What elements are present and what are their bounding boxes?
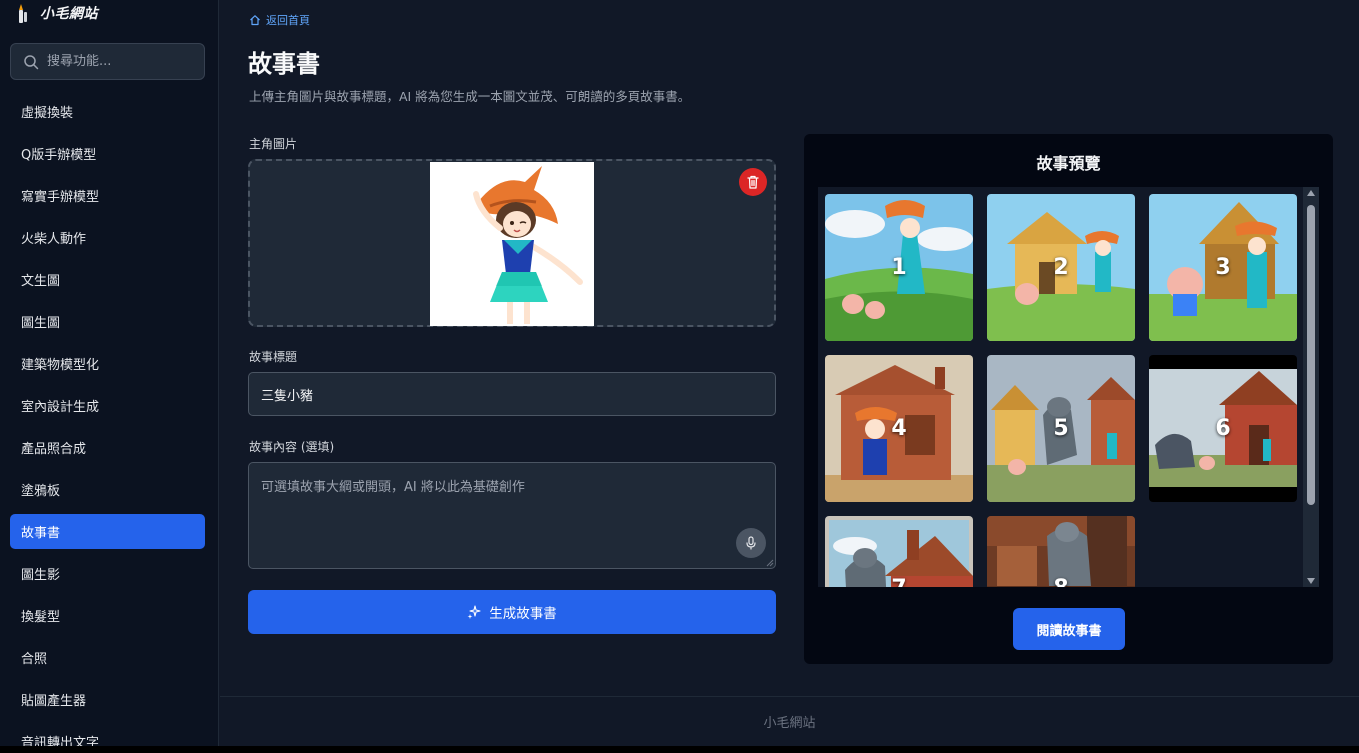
- voice-input-button[interactable]: [736, 528, 766, 558]
- generate-storybook-button[interactable]: 生成故事書: [248, 590, 776, 634]
- footer: 小毛網站: [220, 696, 1359, 746]
- main-content: 返回首頁 故事書 上傳主角圖片與故事標題，AI 將為您生成一本圖文並茂、可朗讀的…: [220, 0, 1359, 696]
- story-page-thumbnail[interactable]: 1: [825, 194, 973, 341]
- sidebar-item-product-photo[interactable]: 產品照合成: [10, 430, 205, 465]
- page-number: 8: [987, 516, 1135, 587]
- protagonist-image: [430, 162, 594, 326]
- logo-text: 小毛網站: [40, 6, 98, 22]
- trash-icon: [747, 175, 759, 189]
- sidebar-item-building-model[interactable]: 建築物模型化: [10, 346, 205, 381]
- story-page-thumbnail[interactable]: 6: [1149, 355, 1297, 502]
- home-icon: [250, 15, 260, 26]
- pencil-logo-icon: [19, 4, 27, 23]
- scroll-down-arrow-icon[interactable]: [1307, 578, 1315, 584]
- image-label: 主角圖片: [249, 137, 298, 151]
- delete-image-button[interactable]: [739, 168, 767, 196]
- footer-text: 小毛網站: [763, 716, 816, 731]
- search-box[interactable]: [10, 43, 205, 80]
- protagonist-illustration: [430, 162, 594, 326]
- story-page-thumbnail[interactable]: 4: [825, 355, 973, 502]
- page-title: 故事書: [248, 50, 320, 78]
- sidebar-item-image-to-image[interactable]: 圖生圖: [10, 304, 205, 339]
- story-title-input[interactable]: [248, 372, 776, 416]
- breadcrumb[interactable]: 返回首頁: [249, 12, 310, 28]
- page-number: 1: [891, 255, 907, 280]
- read-storybook-button[interactable]: 閱讀故事書: [1013, 608, 1125, 650]
- preview-title: 故事預覽: [1036, 154, 1101, 173]
- sidebar: 小毛網站 虛擬換裝 Q版手辦模型 寫實手辦模型 火柴人動作 文生圖 圖生圖 建築…: [0, 0, 219, 753]
- page-subtitle: 上傳主角圖片與故事標題，AI 將為您生成一本圖文並茂、可朗讀的多頁故事書。: [249, 89, 691, 104]
- sidebar-item-sticker-maker[interactable]: 貼圖產生器: [10, 682, 205, 717]
- story-page-thumbnail[interactable]: 5: [987, 355, 1135, 502]
- story-page-thumbnail[interactable]: 8: [987, 516, 1135, 587]
- sidebar-item-group-photo[interactable]: 合照: [10, 640, 205, 675]
- sidebar-item-real-figure[interactable]: 寫實手辦模型: [10, 178, 205, 213]
- sidebar-item-text-to-image[interactable]: 文生圖: [10, 262, 205, 297]
- search-icon: [24, 54, 39, 69]
- sidebar-item-q-figure[interactable]: Q版手辦模型: [10, 136, 205, 171]
- image-upload-area[interactable]: [248, 159, 776, 327]
- page-number: 4: [891, 416, 907, 441]
- microphone-icon: [746, 536, 756, 550]
- sidebar-item-interior-design[interactable]: 室內設計生成: [10, 388, 205, 423]
- story-page-thumbnail[interactable]: 7: [825, 516, 973, 587]
- app-root: 小毛網站 虛擬換裝 Q版手辦模型 寫實手辦模型 火柴人動作 文生圖 圖生圖 建築…: [0, 0, 1359, 753]
- site-logo[interactable]: 小毛網站: [16, 2, 98, 24]
- story-page-thumbnail[interactable]: 3: [1149, 194, 1297, 341]
- breadcrumb-home-link[interactable]: 返回首頁: [266, 12, 310, 28]
- scroll-up-arrow-icon[interactable]: [1307, 190, 1315, 196]
- sparkle-icon: [467, 605, 481, 619]
- sidebar-item-stick-figure[interactable]: 火柴人動作: [10, 220, 205, 255]
- gallery-scrollbar[interactable]: [1303, 187, 1319, 587]
- resize-handle-icon[interactable]: [766, 559, 774, 567]
- page-number: 5: [1053, 416, 1069, 441]
- search-input[interactable]: [47, 54, 197, 69]
- sidebar-item-storybook[interactable]: 故事書: [10, 514, 205, 549]
- page-number: 2: [1053, 255, 1069, 280]
- story-content-label: 故事內容 (選填): [249, 440, 335, 454]
- story-preview-panel: 故事預覽 1 2 3 4 5 6 閱讀故事書: [804, 134, 1333, 664]
- page-number: 6: [1215, 416, 1231, 441]
- scroll-thumb[interactable]: [1307, 205, 1315, 505]
- sidebar-item-doodle-board[interactable]: 塗鴉板: [10, 472, 205, 507]
- story-content-textarea[interactable]: [248, 462, 776, 569]
- generate-button-label: 生成故事書: [489, 606, 557, 622]
- sidebar-item-image-to-video[interactable]: 圖生影: [10, 556, 205, 591]
- page-number: 3: [1215, 255, 1231, 280]
- bottom-edge: [0, 746, 1359, 753]
- page-number: 7: [825, 516, 973, 587]
- page-gallery[interactable]: 1 2 3 4 5 6: [818, 187, 1319, 587]
- sidebar-item-virtual-tryon[interactable]: 虛擬換裝: [10, 94, 205, 129]
- story-page-thumbnail[interactable]: 2: [987, 194, 1135, 341]
- story-title-label: 故事標題: [249, 350, 298, 364]
- sidebar-item-hairstyle[interactable]: 換髮型: [10, 598, 205, 633]
- sidebar-nav: 虛擬換裝 Q版手辦模型 寫實手辦模型 火柴人動作 文生圖 圖生圖 建築物模型化 …: [10, 94, 205, 753]
